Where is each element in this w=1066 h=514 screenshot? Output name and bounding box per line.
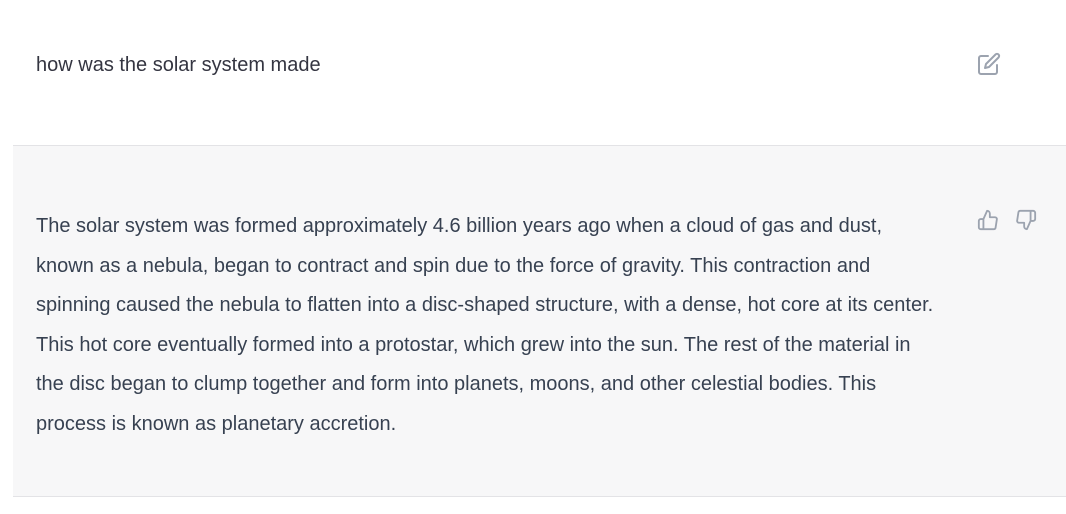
user-message-row: how was the solar system made bbox=[0, 0, 1066, 145]
thumbs-down-button[interactable] bbox=[1014, 208, 1038, 232]
thumbs-up-icon bbox=[977, 209, 999, 231]
feedback-buttons bbox=[976, 208, 1038, 232]
assistant-message-text: The solar system was formed approximatel… bbox=[36, 215, 934, 435]
thumbs-up-button[interactable] bbox=[976, 208, 1000, 232]
chat-page: how was the solar system made The solar … bbox=[0, 0, 1066, 514]
edit-icon bbox=[977, 52, 1001, 76]
user-message-text: how was the solar system made bbox=[36, 54, 321, 76]
thumbs-down-icon bbox=[1015, 209, 1037, 231]
edit-message-button[interactable] bbox=[976, 51, 1002, 77]
assistant-message-row: The solar system was formed approximatel… bbox=[13, 145, 1066, 497]
